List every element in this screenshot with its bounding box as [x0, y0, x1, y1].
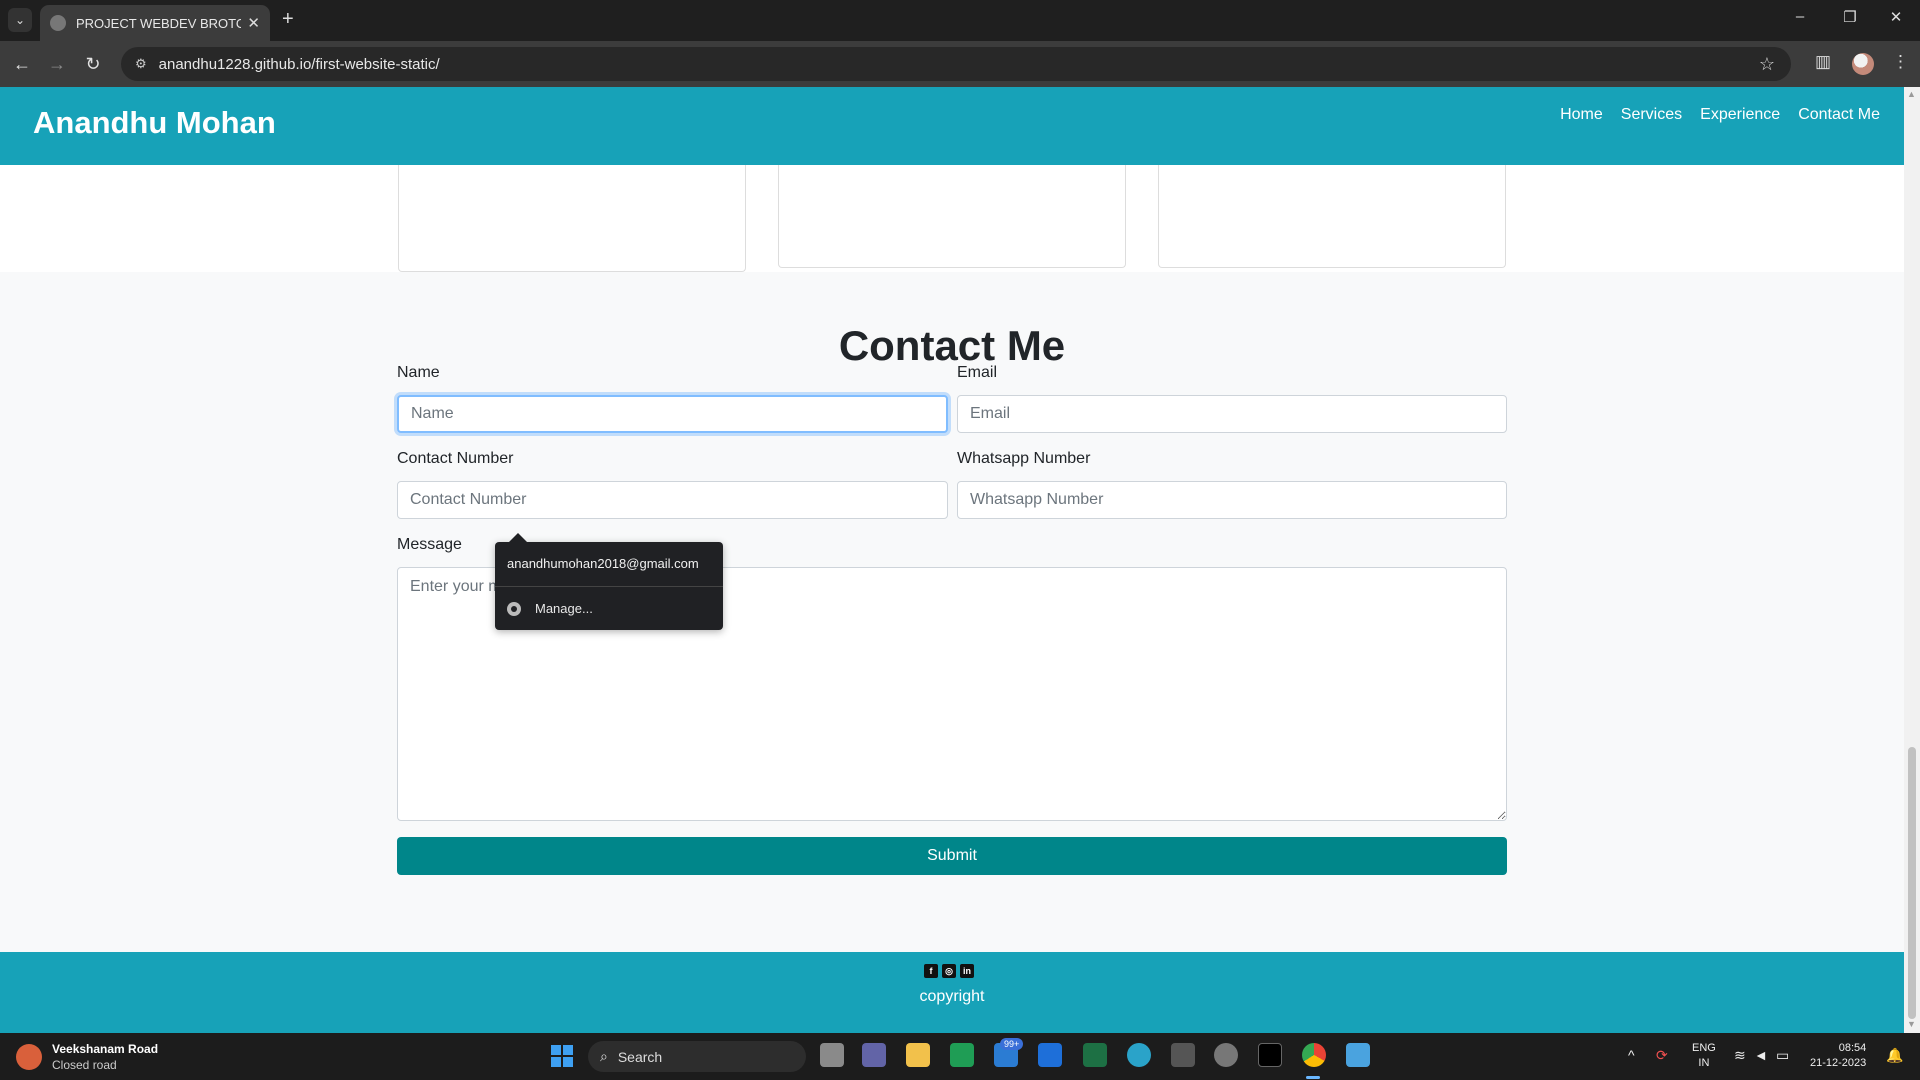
search-icon: ⌕ — [600, 1048, 608, 1064]
nav-contact[interactable]: Contact Me — [1798, 106, 1880, 124]
weather-title: Veekshanam Road — [52, 1042, 159, 1056]
tab-close-icon[interactable]: ✕ — [247, 14, 260, 32]
back-arrow-icon[interactable]: ← — [10, 52, 34, 76]
scroll-down-arrow-icon[interactable]: ▼ — [1907, 1019, 1916, 1029]
clock-time: 08:54 — [1838, 1042, 1867, 1054]
scrollbar-thumb[interactable] — [1908, 747, 1916, 1019]
volume-icon[interactable]: ◄ — [1754, 1047, 1768, 1063]
autofill-dropdown: anandhumohan2018@gmail.com Manage... — [495, 533, 723, 630]
minimize-icon[interactable]: – — [1788, 8, 1812, 25]
forward-arrow-icon[interactable]: → — [45, 52, 69, 76]
message-label: Message — [397, 536, 462, 553]
email-input[interactable] — [957, 395, 1507, 433]
contact-number-label: Contact Number — [397, 450, 514, 467]
chrome-icon — [507, 601, 521, 616]
whatsapp-label: Whatsapp Number — [957, 450, 1091, 467]
battery-icon[interactable]: ▭ — [1776, 1047, 1789, 1064]
tab-list-chevron-icon[interactable]: ⌄ — [8, 8, 32, 32]
contact-title: Contact Me — [838, 322, 1066, 369]
autofill-suggestion[interactable]: anandhumohan2018@gmail.com — [507, 556, 699, 571]
bookmark-star-icon[interactable]: ☆ — [1759, 54, 1775, 75]
reload-icon[interactable]: ↻ — [81, 52, 105, 76]
nav-home[interactable]: Home — [1560, 106, 1603, 124]
site-footer: f ◎ in copyright — [0, 952, 1904, 1033]
contact-section: Contact Me Name Email Contact Number Wha… — [0, 272, 1904, 952]
wifi-icon[interactable]: ≋ — [1734, 1047, 1746, 1064]
address-bar[interactable]: ⚙ anandhu1228.github.io/first-website-st… — [121, 47, 1791, 81]
page-viewport: Anandhu Mohan Home Services Experience C… — [0, 87, 1904, 1033]
site-brand[interactable]: Anandhu Mohan — [33, 105, 276, 141]
site-info-icon[interactable]: ⚙ — [135, 56, 147, 72]
scroll-up-arrow-icon[interactable]: ▲ — [1907, 89, 1916, 99]
url-text: anandhu1228.github.io/first-website-stat… — [158, 55, 440, 73]
window-close-icon[interactable]: ✕ — [1884, 8, 1908, 26]
notification-bell-icon[interactable]: 🔔 — [1886, 1047, 1903, 1064]
autofill-manage-item[interactable]: Manage... — [507, 601, 593, 616]
app-icon[interactable] — [1171, 1043, 1195, 1067]
active-app-indicator — [1306, 1076, 1320, 1079]
nav-experience[interactable]: Experience — [1700, 106, 1780, 124]
weather-widget[interactable]: Veekshanam Road Closed road — [16, 1041, 158, 1073]
start-button-windows-icon[interactable] — [551, 1045, 573, 1067]
page-scrollbar[interactable]: ▲ ▼ — [1904, 87, 1920, 1033]
chrome-taskbar-icon[interactable] — [1302, 1043, 1326, 1067]
tab-title: PROJECT WEBDEV BROTOTYPE — [76, 15, 242, 31]
taskbar-search-label: Search — [617, 1048, 663, 1065]
store-icon[interactable] — [1038, 1043, 1062, 1067]
new-tab-plus-icon[interactable]: + — [282, 9, 294, 29]
taskbar-search[interactable]: ⌕ Search — [588, 1041, 806, 1072]
site-nav: Home Services Experience Contact Me — [1560, 106, 1880, 124]
facebook-icon[interactable]: f — [924, 964, 938, 978]
linkedin-icon[interactable]: in — [960, 964, 974, 978]
lang-line1: ENG — [1692, 1042, 1716, 1054]
app-icon-round[interactable] — [1214, 1043, 1238, 1067]
instagram-icon[interactable]: ◎ — [942, 964, 956, 978]
name-input[interactable] — [397, 395, 948, 433]
tray-overflow-chevron-icon[interactable]: ^ — [1628, 1047, 1635, 1063]
weather-text: Veekshanam Road Closed road — [52, 1041, 158, 1073]
autofill-divider — [495, 586, 723, 587]
profile-avatar[interactable] — [1852, 53, 1874, 75]
name-label: Name — [397, 364, 440, 381]
teams-icon[interactable] — [862, 1043, 886, 1067]
social-links: f ◎ in — [924, 964, 974, 978]
restore-icon[interactable]: ❐ — [1838, 8, 1862, 26]
email-label: Email — [957, 364, 998, 381]
site-header: Anandhu Mohan Home Services Experience C… — [0, 87, 1904, 165]
mail-badge: 99+ — [1000, 1038, 1024, 1050]
more-menu-icon[interactable]: ⋮ — [1892, 52, 1909, 72]
nav-services[interactable]: Services — [1621, 106, 1682, 124]
browser-tab-bar: ⌄ PROJECT WEBDEV BROTOTYPE ✕ + – ❐ ✕ — [0, 0, 1920, 41]
favicon-icon — [50, 15, 66, 31]
copyright-text: copyright — [919, 988, 985, 1005]
terminal-icon[interactable] — [1258, 1043, 1282, 1067]
contact-number-input[interactable] — [397, 481, 948, 519]
task-view-icon[interactable] — [820, 1043, 844, 1067]
language-indicator[interactable]: ENG IN — [1692, 1041, 1716, 1071]
submit-button[interactable]: Submit — [397, 837, 1507, 875]
autofill-manage-label: Manage... — [535, 601, 593, 616]
whatsapp-input[interactable] — [957, 481, 1507, 519]
lang-line2: IN — [1698, 1057, 1710, 1069]
traffic-alert-icon — [16, 1044, 42, 1070]
taskbar-clock[interactable]: 08:54 21-12-2023 — [1810, 1041, 1866, 1071]
notepad-icon[interactable] — [1346, 1043, 1370, 1067]
excel-icon[interactable] — [1083, 1043, 1107, 1067]
browser-toolbar: ← → ↻ ⚙ anandhu1228.github.io/first-webs… — [0, 41, 1920, 87]
side-panel-icon[interactable]: ▥ — [1815, 52, 1831, 72]
edge-icon[interactable] — [1127, 1043, 1151, 1067]
sheets-icon[interactable] — [950, 1043, 974, 1067]
weather-subtitle: Closed road — [52, 1058, 117, 1072]
services-section-bottom: . — [0, 139, 1904, 272]
windows-taskbar: Veekshanam Road Closed road ⌕ Search 99+… — [0, 1033, 1920, 1080]
sync-alert-icon[interactable]: ⟳ — [1656, 1047, 1668, 1064]
clock-date: 21-12-2023 — [1810, 1057, 1867, 1069]
file-explorer-icon[interactable] — [906, 1043, 930, 1067]
browser-tab[interactable]: PROJECT WEBDEV BROTOTYPE ✕ — [40, 5, 270, 41]
